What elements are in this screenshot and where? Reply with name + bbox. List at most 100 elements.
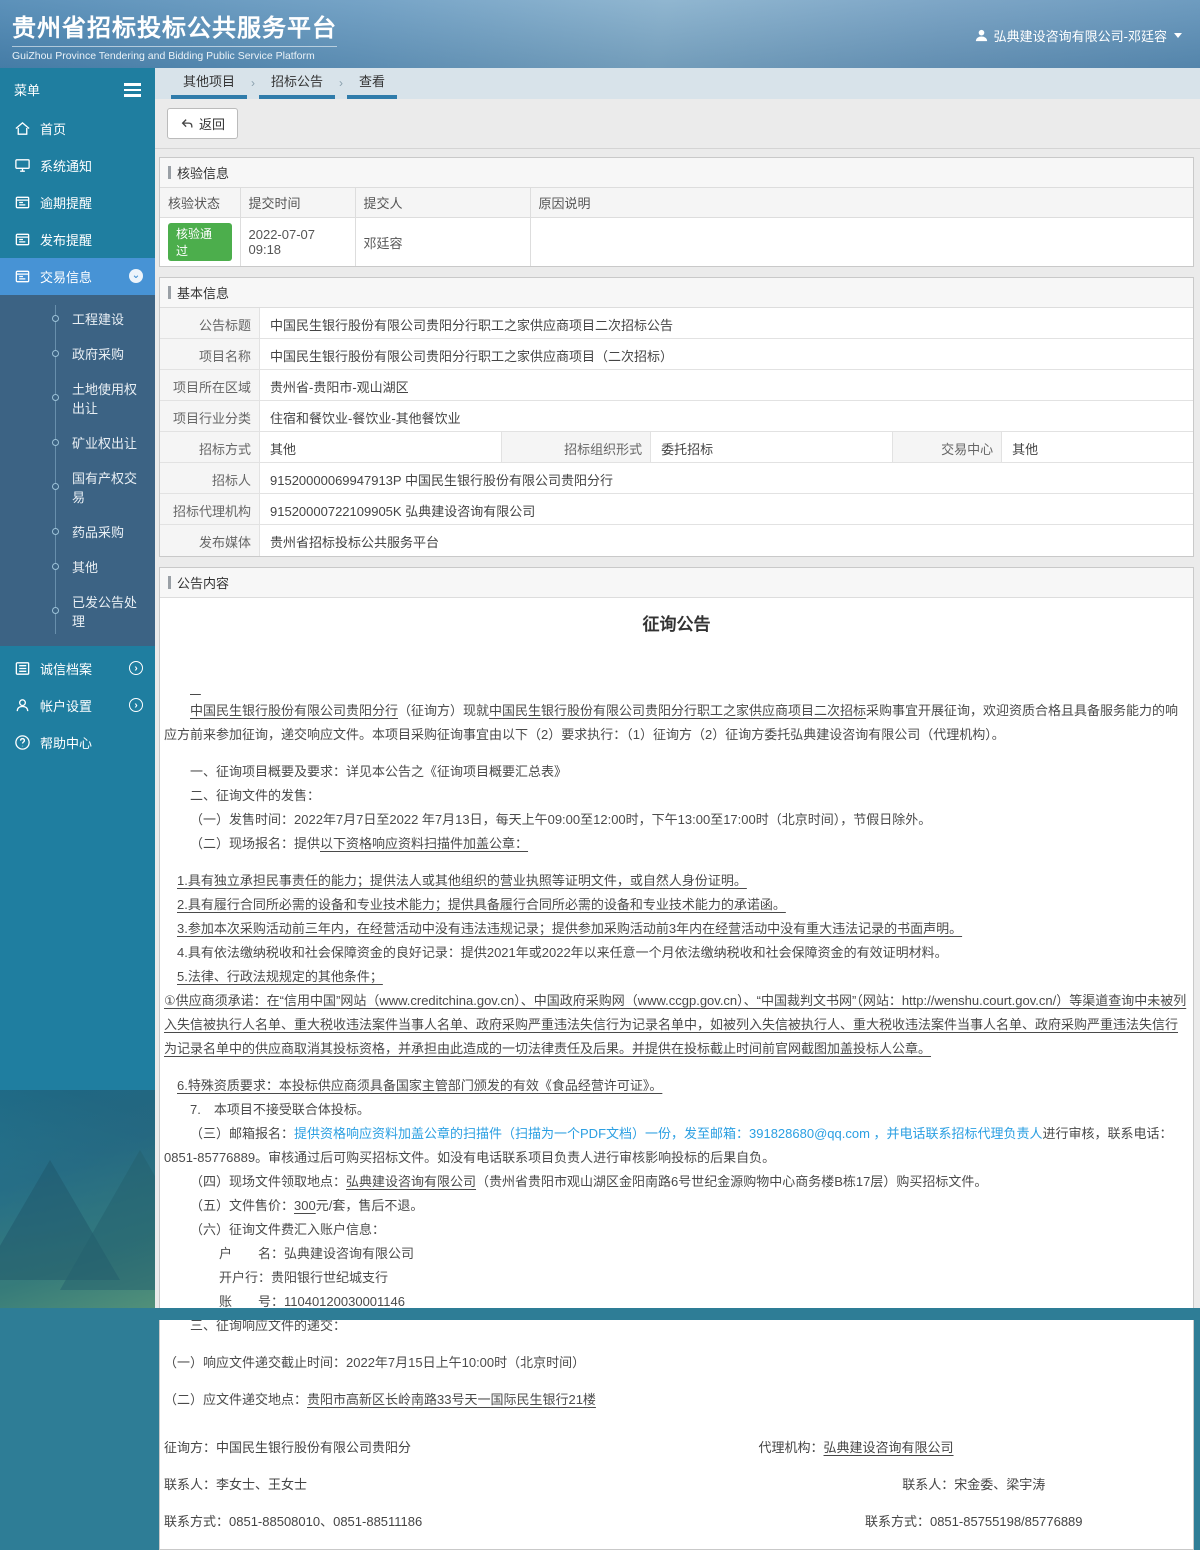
section-title: 核验信息 [177, 166, 230, 181]
email-link-text[interactable]: 提供资格响应资料加盖公章的扫描件（扫描为一个PDF文档）一份，发至邮箱：3918… [294, 1126, 1043, 1141]
chevron-down-circle-icon: ⌄ [129, 269, 143, 283]
submenu-item-mining-rights[interactable]: 矿业权出让 [0, 425, 155, 460]
field-value: 委托招标 [661, 442, 714, 457]
breadcrumb-separator: › [339, 76, 344, 90]
field-value: 中国民生银行股份有限公司贵阳分行职工之家供应商项目二次招标公告 [270, 318, 674, 333]
app-subtitle: GuiZhou Province Tendering and Bidding P… [12, 46, 337, 62]
agency-label: 代理机构： [758, 1440, 824, 1455]
announcement-text: 以下资格响应资料扫描件加盖公章： [320, 836, 529, 851]
reason [529, 217, 1194, 267]
field-label: 项目行业分类 [160, 401, 260, 431]
user-menu[interactable]: 弘典建设咨询有限公司-邓廷容 [974, 26, 1182, 45]
field-value: 91520000069947913P 中国民生银行股份有限公司贵阳分行 [270, 473, 613, 488]
announcement-text: （五）文件售价： [190, 1198, 295, 1213]
announcement-text: 开户行：贵阳银行世纪城支行 [219, 1270, 389, 1285]
field-value: 其他 [1012, 442, 1039, 457]
announcement-body: 征询公告 中国民生银行股份有限公司贵阳分行（征询方）现就中国民生银行股份有限公司… [164, 610, 1189, 1412]
sidebar-item-publish-reminder[interactable]: 发布提醒 [0, 221, 155, 258]
announcement-text: （三）邮箱报名： [190, 1126, 295, 1141]
agency-contacts: 联系人：宋金委、梁宇涛 [902, 1477, 1046, 1492]
announcement-line [164, 1338, 1189, 1351]
basic-info-panel: 基本信息 公告标题 中国民生银行股份有限公司贵阳分行职工之家供应商项目二次招标公… [159, 277, 1194, 557]
breadcrumb-tender-announcement[interactable]: 招标公告 [257, 71, 337, 99]
sidebar-item-help-center[interactable]: 帮助中心 [0, 724, 155, 761]
info-row-industry: 项目行业分类 住宿和餐饮业-餐饮业-其他餐饮业 [160, 401, 1193, 432]
table-row: 核验通过 2022-07-07 09:18 邓廷容 [159, 217, 1194, 267]
sidebar-item-label: 交易信息 [40, 269, 93, 285]
footer-row-parties: 征询方：中国民生银行股份有限公司贵阳分 代理机构：弘典建设咨询有限公司 [164, 1428, 1189, 1465]
sidebar-decoration [0, 1090, 220, 1320]
submit-time: 2022-07-07 09:18 [239, 217, 356, 267]
column-header: 提交时间 [239, 187, 356, 218]
hamburger-icon[interactable] [124, 80, 141, 100]
field-value: 贵州省-贵阳市-观山湖区 [270, 380, 409, 395]
back-button[interactable]: 返回 [167, 108, 239, 139]
section-bar-icon [168, 166, 171, 179]
submenu-item-gov-procurement[interactable]: 政府采购 [0, 336, 155, 371]
sidebar-item-credit-archive[interactable]: 诚信档案 › [0, 650, 155, 687]
brand: 贵州省招标投标公共服务平台 GuiZhou Province Tendering… [12, 8, 337, 62]
announcement-text: （一）响应文件递交截止时间：2022年7月15日上午10:00时（北京时间） [164, 1355, 586, 1370]
field-label: 公告标题 [160, 308, 260, 338]
sidebar-item-label: 逾期提醒 [40, 195, 93, 211]
verification-panel: 核验信息 核验状态 提交时间 提交人 原因说明 核验通过 2022-07-07 … [159, 157, 1194, 267]
announcement-line: （五）文件售价：300元/套，售后不退。 [164, 1194, 1189, 1218]
basic-info-section-header: 基本信息 [160, 278, 1193, 308]
info-row-region: 项目所在区域 贵州省-贵阳市-观山湖区 [160, 370, 1193, 401]
announcement-text: 300 [294, 1198, 316, 1213]
list-icon [14, 660, 31, 677]
announcement-text: 6.特殊资质要求：本投标供应商须具备国家主管部门颁发的有效《食品经营许可证》。 [177, 1078, 663, 1093]
sidebar-item-account-settings[interactable]: 帐户设置 › [0, 687, 155, 724]
announcement-line: 4.具有依法缴纳税收和社会保障资金的良好记录：提供2021年或2022年以来任意… [164, 941, 1189, 965]
announcement-text: 3.参加本次采购活动前三年内，在经营活动中没有违法违规记录；提供参加采购活动前3… [177, 921, 963, 936]
submenu-item-state-assets[interactable]: 国有产权交易 [0, 460, 155, 514]
submitter: 邓廷容 [354, 217, 531, 267]
sidebar-item-label: 帐户设置 [40, 698, 93, 714]
submenu-item-drug-procurement[interactable]: 药品采购 [0, 514, 155, 549]
announcement-line: 5.法律、行政法规规定的其他条件； [164, 965, 1189, 989]
breadcrumb: 其他项目 › 招标公告 › 查看 [155, 68, 1200, 99]
chevron-right-circle-icon: › [129, 661, 143, 675]
breadcrumb-other-projects[interactable]: 其他项目 [169, 71, 249, 99]
field-value: 贵州省招标投标公共服务平台 [270, 535, 440, 550]
announcement-line: （四）现场文件领取地点：弘典建设咨询有限公司（贵州省贵阳市观山湖区金阳南路6号世… [164, 1170, 1189, 1194]
back-label: 返回 [199, 117, 226, 132]
submenu-item-engineering[interactable]: 工程建设 [0, 301, 155, 336]
user-icon [975, 29, 987, 42]
sidebar-item-overdue-reminder[interactable]: 逾期提醒 [0, 184, 155, 221]
announcement-line: 7. 本项目不接受联合体投标。 [164, 1098, 1189, 1122]
submenu-item-published-announcements[interactable]: 已发公告处理 [0, 584, 155, 638]
announcement-text: （六）征询文件费汇入账户信息： [190, 1222, 386, 1237]
field-label: 交易中心 [892, 432, 1003, 462]
section-bar-icon [168, 286, 171, 299]
breadcrumb-view[interactable]: 查看 [345, 71, 399, 99]
announcement-line: 6.特殊资质要求：本投标供应商须具备国家主管部门颁发的有效《食品经营许可证》。 [164, 1074, 1189, 1098]
announcement-line: （三）邮箱报名：提供资格响应资料加盖公章的扫描件（扫描为一个PDF文档）一份，发… [164, 1122, 1189, 1170]
footer-row-phones: 联系方式：0851-88508010、0851-88511186 联系方式：08… [164, 1502, 1189, 1539]
announcement-text: 元/套，售后不退。 [315, 1198, 424, 1213]
announcement-line [164, 1375, 1189, 1388]
submenu-item-other[interactable]: 其他 [0, 549, 155, 584]
announcement-text: （二）应文件递交地点： [164, 1392, 308, 1407]
submenu-item-land-use[interactable]: 土地使用权出让 [0, 371, 155, 425]
trade-info-submenu: 工程建设 政府采购 土地使用权出让 矿业权出让 国有产权交易 药品采购 其他 已… [0, 294, 155, 646]
sidebar-item-label: 发布提醒 [40, 232, 93, 248]
sidebar-item-notifications[interactable]: 系统通知 [0, 147, 155, 184]
announcement-line: （二）现场报名：提供以下资格响应资料扫描件加盖公章： [164, 832, 1189, 856]
announcement-text [190, 679, 201, 694]
inquiry-phones: 联系方式：0851-88508010、0851-88511186 [164, 1514, 423, 1529]
chevron-down-icon [1174, 33, 1182, 38]
announcement-text: 1.具有独立承担民事责任的能力；提供法人或其他组织的营业执照等证明文件，或自然人… [177, 873, 747, 888]
field-value: 91520000722109905K 弘典建设咨询有限公司 [270, 504, 536, 519]
announcement-panel: 公告内容 征询公告 中国民生银行股份有限公司贵阳分行（征询方）现就中国民生银行股… [159, 567, 1194, 1550]
field-label: 招标方式 [160, 432, 260, 462]
sidebar-item-label: 首页 [40, 121, 67, 137]
sidebar-item-home[interactable]: 首页 [0, 110, 155, 147]
sidebar-item-trade-info[interactable]: 交易信息 ⌄ [0, 257, 155, 295]
section-bar-icon [168, 576, 171, 589]
field-label: 招标人 [160, 463, 260, 493]
announcement-section-header: 公告内容 [160, 568, 1193, 598]
announcement-text: 三、征询响应文件的递交： [190, 1318, 347, 1333]
menu-label: 菜单 [14, 83, 41, 99]
sidebar-item-label: 系统通知 [40, 158, 93, 174]
